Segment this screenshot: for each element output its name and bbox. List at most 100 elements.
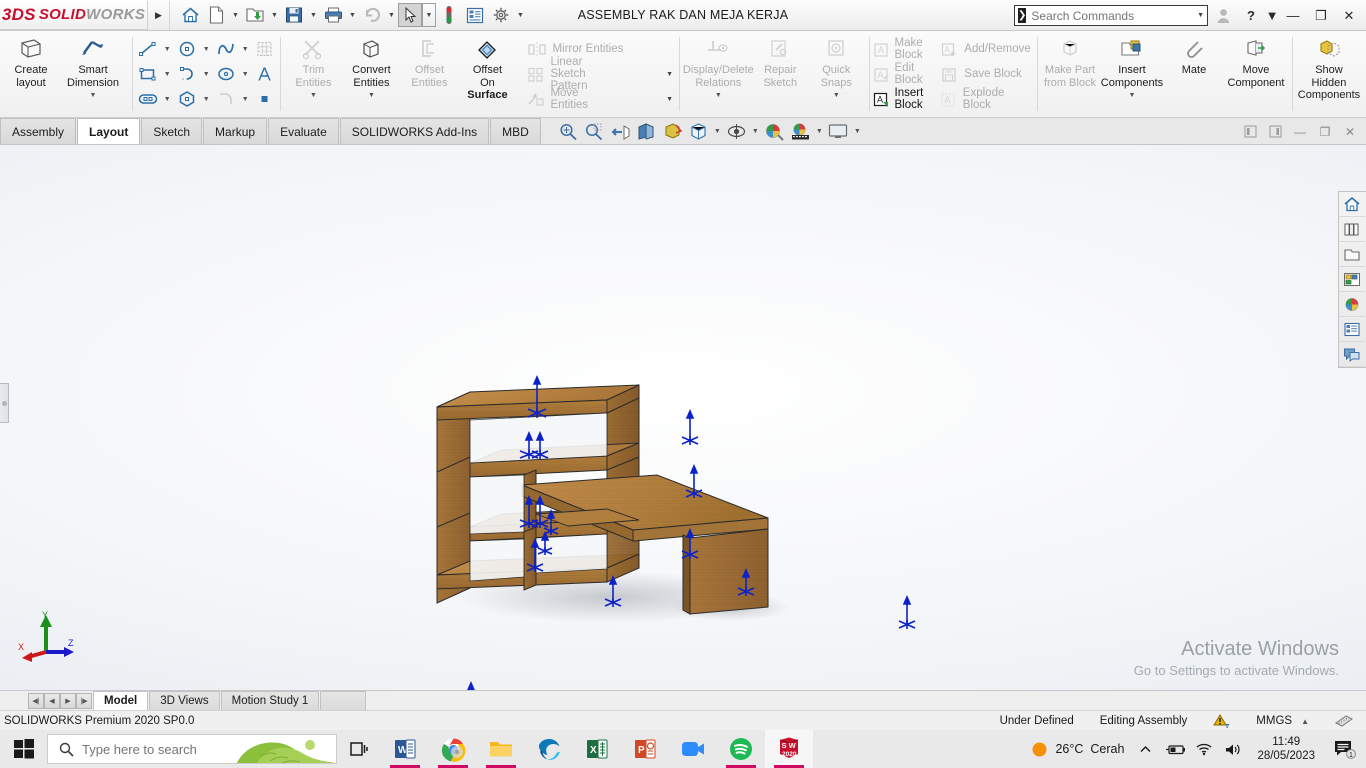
powerpoint-taskbar-icon[interactable]: P (621, 730, 669, 768)
circle-icon[interactable] (173, 37, 200, 61)
print-icon[interactable] (320, 1, 346, 29)
arc-icon[interactable] (173, 62, 200, 86)
polygon-chevron-down-icon[interactable]: ▼ (200, 96, 212, 103)
apply-scene-chevron-down-icon[interactable]: ▼ (814, 128, 825, 135)
insert-block-item[interactable]: A Insert Block (872, 87, 931, 112)
trim-entities-button[interactable]: Trim Entities ▼ (285, 31, 341, 117)
view-orientation-icon[interactable] (660, 119, 685, 143)
excel-taskbar-icon[interactable]: X (573, 730, 621, 768)
text-icon[interactable] (251, 62, 278, 86)
view-settings-icon[interactable] (826, 119, 851, 143)
bottom-tab-3d-views[interactable]: 3D Views (149, 691, 220, 710)
tab-sketch[interactable]: Sketch (141, 118, 203, 144)
minimize-button[interactable]: — (1280, 2, 1306, 30)
edit-block-item[interactable]: A Edit Block (872, 62, 931, 87)
linear-sketch-pattern-item[interactable]: Linear Sketch Pattern ▼ (526, 56, 677, 92)
notification-center-icon[interactable]: 1 (1324, 730, 1366, 768)
smart-dimension-button[interactable]: Smart Dimension ▼ (59, 31, 127, 117)
task-view-icon[interactable] (337, 730, 381, 768)
insert-components-button[interactable]: Insert Components ▼ (1098, 31, 1166, 117)
line-chevron-down-icon[interactable]: ▼ (161, 46, 173, 53)
solidworks-taskbar-icon[interactable]: S W 2020 (765, 730, 813, 768)
design-library-icon[interactable] (1339, 217, 1365, 242)
select-chevron-down-icon[interactable]: ▼ (422, 3, 436, 27)
repair-sketch-button[interactable]: Repair Sketch (752, 31, 808, 117)
windows-start-icon[interactable] (0, 730, 47, 768)
ellipse-icon[interactable] (212, 62, 239, 86)
sw-resources-home-icon[interactable] (1339, 192, 1365, 217)
undo-icon[interactable] (359, 1, 385, 29)
quick-snaps-button[interactable]: Quick Snaps ▼ (808, 31, 864, 117)
wifi-icon[interactable] (1191, 730, 1218, 768)
polygon-icon[interactable] (173, 87, 200, 111)
overdefined-warning-icon[interactable] (1200, 711, 1243, 731)
search-commands-box[interactable]: ❯ ▼ (1014, 5, 1208, 26)
explode-block-item[interactable]: A Explode Block (938, 87, 1034, 112)
settings-gear-icon[interactable] (488, 1, 514, 29)
user-account-icon[interactable] (1210, 2, 1236, 30)
linear-sketch-pattern-chevron-down-icon[interactable]: ▼ (666, 71, 673, 78)
offset-on-surface-button[interactable]: Offset On Surface (457, 31, 517, 117)
last-tab-icon[interactable]: |▶ (76, 692, 92, 709)
file-explorer-icon[interactable] (1339, 242, 1365, 267)
pin-left-icon[interactable] (1240, 122, 1260, 141)
weather-widget[interactable]: 26°C Cerah (1025, 730, 1130, 768)
pin-right-icon[interactable] (1265, 122, 1285, 141)
prev-tab-icon[interactable]: ◀ (44, 692, 60, 709)
save-block-item[interactable]: Save Block (938, 62, 1034, 87)
new-document-icon[interactable] (203, 1, 229, 29)
create-layout-button[interactable]: Create layout (3, 31, 59, 117)
save-chevron-down-icon[interactable]: ▼ (307, 1, 320, 29)
zoom-to-fit-icon[interactable] (556, 119, 581, 143)
add-remove-block-item[interactable]: A Add/Remove (938, 37, 1034, 62)
search-chevron-down-icon[interactable]: ▼ (1197, 12, 1204, 19)
slot-icon[interactable] (134, 87, 161, 111)
file-explorer-taskbar-icon[interactable] (477, 730, 525, 768)
battery-icon[interactable] (1161, 730, 1191, 768)
offset-entities-button[interactable]: Offset Entities (401, 31, 457, 117)
circle-chevron-down-icon[interactable]: ▼ (200, 46, 212, 53)
tab-evaluate[interactable]: Evaluate (268, 118, 339, 144)
bottom-tab-model[interactable]: Model (93, 691, 149, 710)
help-chevron-down-icon[interactable]: ▼ (1266, 2, 1279, 30)
status-units[interactable]: MMGS ▲ (1243, 711, 1322, 731)
display-style-icon[interactable] (686, 119, 711, 143)
bottom-tab-blank[interactable] (320, 691, 367, 710)
rectangle-icon[interactable] (134, 62, 161, 86)
custom-properties-icon[interactable] (1339, 317, 1365, 342)
taskbar-search-input[interactable] (82, 741, 262, 757)
move-component-button[interactable]: Move Component (1222, 31, 1290, 117)
units-chevron-up-icon[interactable]: ▲ (1301, 717, 1309, 726)
bottom-tab-motion-study[interactable]: Motion Study 1 (220, 691, 320, 710)
tab-layout[interactable]: Layout (77, 118, 141, 144)
zoom-taskbar-icon[interactable] (669, 730, 717, 768)
ellipse-chevron-down-icon[interactable]: ▼ (239, 71, 251, 78)
select-cursor-icon[interactable] (398, 3, 422, 27)
chrome-taskbar-icon[interactable] (429, 730, 477, 768)
trim-entities-chevron-down-icon[interactable]: ▼ (310, 90, 317, 103)
tab-markup[interactable]: Markup (203, 118, 268, 144)
menu-expand-arrow-icon[interactable]: ▶ (148, 0, 170, 30)
convert-entities-button[interactable]: Convert Entities ▼ (341, 31, 401, 117)
new-document-chevron-down-icon[interactable]: ▼ (229, 1, 242, 29)
doc-close-button[interactable]: ✕ (1340, 122, 1360, 141)
show-hidden-components-button[interactable]: Show Hidden Components (1295, 31, 1363, 117)
windows-search-box[interactable] (47, 734, 337, 764)
restore-button[interactable]: ❐ (1308, 2, 1334, 30)
apply-scene-icon[interactable] (788, 119, 813, 143)
tab-assembly[interactable]: Assembly (0, 118, 77, 144)
convert-entities-chevron-down-icon[interactable]: ▼ (368, 90, 375, 103)
line-icon[interactable] (134, 37, 161, 61)
make-part-from-block-button[interactable]: Make Part from Block (1042, 31, 1098, 117)
quick-snaps-chevron-down-icon[interactable]: ▼ (833, 90, 840, 103)
edit-appearance-icon[interactable] (762, 119, 787, 143)
view-palette-icon[interactable] (1339, 267, 1365, 292)
close-button[interactable]: ✕ (1336, 2, 1362, 30)
rebuild-icon[interactable] (436, 1, 462, 29)
appearances-scenes-icon[interactable] (1339, 292, 1365, 317)
view-settings-chevron-down-icon[interactable]: ▼ (852, 128, 863, 135)
move-entities-chevron-down-icon[interactable]: ▼ (666, 96, 673, 103)
settings-chevron-down-icon[interactable]: ▼ (514, 1, 527, 29)
display-style-chevron-down-icon[interactable]: ▼ (712, 128, 723, 135)
options-list-icon[interactable] (462, 1, 488, 29)
